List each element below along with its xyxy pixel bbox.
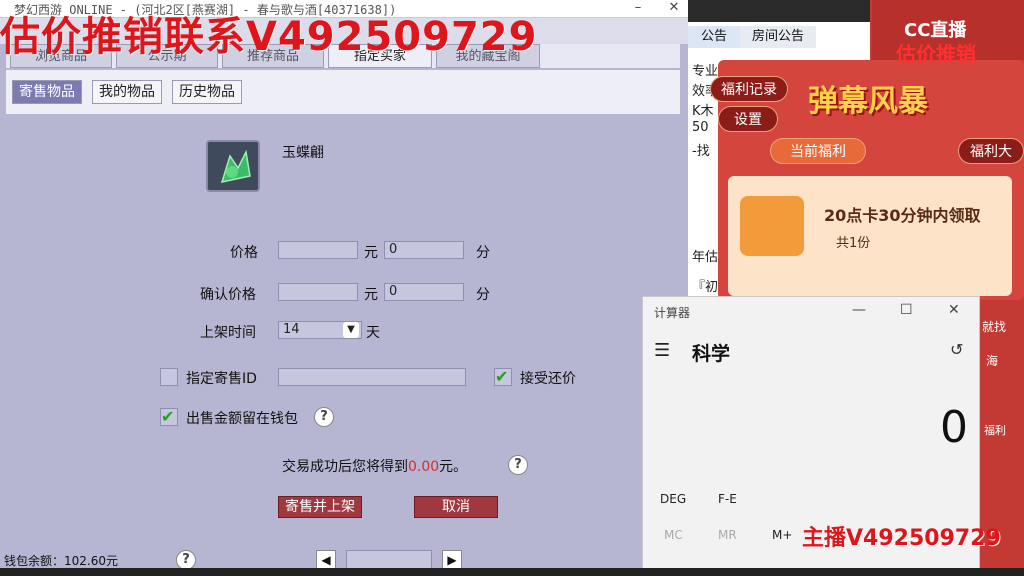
subtab-consign[interactable]: 寄售物品 xyxy=(12,80,82,104)
card-sub: 共1份 xyxy=(836,236,871,251)
history-icon[interactable]: ↺ xyxy=(950,340,963,359)
chat-line: 年估 xyxy=(692,250,719,265)
card-title: 20点卡30分钟内领取 xyxy=(824,206,981,225)
calculator-mode: 科学 xyxy=(692,343,731,365)
confirm-price-label: 确认价格 xyxy=(200,287,256,303)
minimize-icon[interactable]: – xyxy=(628,0,648,15)
price-yuan-input[interactable] xyxy=(278,241,358,259)
side-text: 福利 xyxy=(984,424,1006,437)
settings-button[interactable]: 设置 xyxy=(718,106,778,132)
tab-room-announcement[interactable]: 房间公告 xyxy=(740,26,816,48)
prev-page-icon[interactable]: ◀ xyxy=(316,550,336,570)
checkmark-icon: ✔ xyxy=(495,367,509,386)
listing-time-value: 14 xyxy=(283,322,300,337)
listing-time-label: 上架时间 xyxy=(200,325,256,341)
designated-id-label: 指定寄售ID xyxy=(186,371,257,387)
tab-announcement[interactable]: 公告 xyxy=(688,26,740,48)
welfare-big-tab[interactable]: 福利大 xyxy=(958,138,1024,164)
designated-id-checkbox[interactable] xyxy=(160,368,178,386)
help-icon[interactable]: ? xyxy=(314,407,334,427)
festival-title: 弹幕风暴 xyxy=(808,84,928,119)
yuan-label: 元 xyxy=(364,245,378,261)
calculator-display: 0 xyxy=(940,402,968,453)
mc-key[interactable]: MC xyxy=(664,528,683,542)
subtabs: 寄售物品 我的物品 历史物品 xyxy=(6,70,680,114)
help-icon[interactable]: ? xyxy=(176,550,196,570)
earn-suffix: 元。 xyxy=(439,459,468,475)
sell-and-list-button[interactable]: 寄售并上架 xyxy=(278,496,362,518)
calculator-title: 计算器 xyxy=(654,306,691,320)
day-unit: 天 xyxy=(366,325,380,341)
checkmark-icon: ✔ xyxy=(161,407,175,426)
close-icon[interactable]: ✕ xyxy=(664,0,684,15)
chevron-down-icon[interactable]: ▼ xyxy=(343,322,359,338)
cc-watermark: 估价推销 xyxy=(896,42,976,66)
designated-id-input[interactable] xyxy=(278,368,466,386)
accept-counter-label: 接受还价 xyxy=(520,371,576,387)
subtab-my-items[interactable]: 我的物品 xyxy=(92,80,162,104)
subtab-history[interactable]: 历史物品 xyxy=(172,80,242,104)
yuan-label-2: 元 xyxy=(364,287,378,303)
earn-prefix: 交易成功后您将得到 xyxy=(282,459,408,475)
fe-key[interactable]: F-E xyxy=(718,492,737,506)
menu-icon[interactable]: ☰ xyxy=(654,340,670,361)
side-text: 就找 xyxy=(982,320,1007,334)
chat-line: K木 xyxy=(692,104,714,119)
bottom-edge xyxy=(0,568,1024,576)
chat-tabs: 公告 房间公告 xyxy=(688,26,870,48)
gift-box-icon xyxy=(740,196,804,256)
earn-amount: 0.00 xyxy=(408,459,440,475)
fen-label: 分 xyxy=(476,245,490,261)
cancel-button[interactable]: 取消 xyxy=(414,496,498,518)
earn-text: 交易成功后您将得到0.00元。 xyxy=(282,456,467,476)
item-icon[interactable] xyxy=(206,140,260,192)
deg-key[interactable]: DEG xyxy=(660,492,686,506)
confirm-fen-input[interactable]: 0 xyxy=(384,283,464,301)
page-input[interactable] xyxy=(346,550,432,570)
chat-line: 『初 xyxy=(692,280,719,295)
price-fen-input[interactable]: 0 xyxy=(384,241,464,259)
accept-counter-checkbox[interactable]: ✔ xyxy=(494,368,512,386)
chat-line: 50 xyxy=(692,120,709,135)
fen-label-2: 分 xyxy=(476,287,490,303)
close-icon[interactable]: ✕ xyxy=(948,302,960,318)
current-welfare-tab[interactable]: 当前福利 xyxy=(770,138,866,164)
item-name: 玉蝶翩 xyxy=(282,145,324,161)
minimize-icon[interactable]: — xyxy=(852,302,866,318)
price-label: 价格 xyxy=(230,245,258,261)
mplus-key[interactable]: M+ xyxy=(772,528,792,542)
wallet-balance: 钱包余额：102.60元 xyxy=(4,554,118,568)
maximize-icon[interactable]: ☐ xyxy=(900,302,913,318)
mr-key[interactable]: MR xyxy=(718,528,737,542)
keep-wallet-checkbox[interactable]: ✔ xyxy=(160,408,178,426)
side-text: 海 xyxy=(986,354,999,368)
next-page-icon[interactable]: ▶ xyxy=(442,550,462,570)
welfare-record-button[interactable]: 福利记录 xyxy=(710,76,788,102)
keep-wallet-label: 出售金额留在钱包 xyxy=(186,411,298,427)
confirm-yuan-input[interactable] xyxy=(278,283,358,301)
overlay-banner-top: 估价推销联系V492509729 xyxy=(0,14,538,60)
listing-time-select[interactable]: 14 ▼ xyxy=(278,321,362,339)
overlay-banner-bottom: 主播V492509729 xyxy=(802,526,1001,551)
help-icon[interactable]: ? xyxy=(508,455,528,475)
chat-line: -找 xyxy=(692,144,710,159)
